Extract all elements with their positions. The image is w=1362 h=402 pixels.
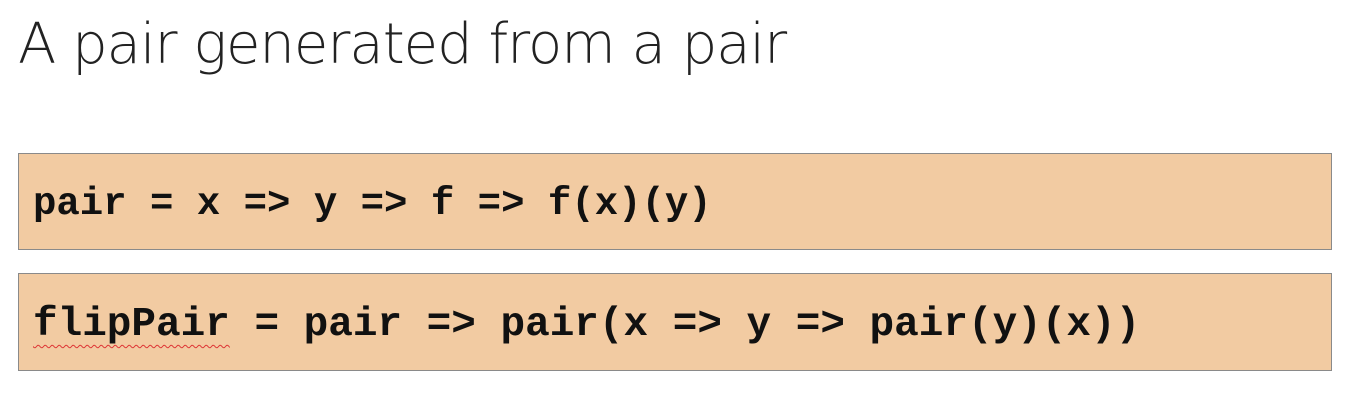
spellcheck-flagged-word: flipPair bbox=[33, 302, 230, 348]
code-line-flip-pair: flipPair = pair => pair(x => y => pair(y… bbox=[33, 300, 1140, 350]
code-line-flip-pair-rest: = pair => pair(x => y => pair(y)(x)) bbox=[229, 302, 1141, 348]
slide: A pair generated from a pair pair = x =>… bbox=[0, 0, 1362, 402]
slide-title: A pair generated from a pair bbox=[18, 12, 787, 77]
code-block-pair: pair = x => y => f => f(x)(y) bbox=[18, 153, 1332, 250]
code-line-pair: pair = x => y => f => f(x)(y) bbox=[33, 182, 712, 226]
code-block-flip-pair: flipPair = pair => pair(x => y => pair(y… bbox=[18, 273, 1332, 371]
